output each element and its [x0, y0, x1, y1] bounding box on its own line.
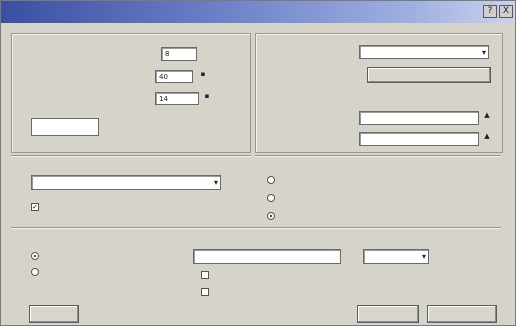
setting2-spinner[interactable]: ▲: [483, 132, 491, 140]
col2-checkbox-1[interactable]: [201, 271, 209, 279]
row3-spinner[interactable]: ▪: [203, 92, 211, 100]
setting1-field[interactable]: [359, 111, 479, 125]
mid-left-checkbox[interactable]: ✓: [31, 203, 39, 211]
divider: [255, 155, 501, 157]
window-title: [9, 5, 129, 17]
bottom-col3-dropdown[interactable]: ▾: [363, 249, 429, 264]
title-bar[interactable]: ? X: [1, 1, 515, 23]
close-button[interactable]: X: [499, 5, 513, 18]
dialog-window: ? X 8 40 ▪ 14 ▪ ▾ ▲ ▲ ▾ ✓ ▾: [0, 0, 516, 326]
radio-option-3[interactable]: [267, 212, 275, 220]
row2-spinner[interactable]: ▪: [199, 70, 207, 78]
chevron-down-icon: ▾: [481, 48, 486, 57]
row2-field[interactable]: 40: [155, 70, 193, 83]
color-swatch[interactable]: [31, 118, 99, 136]
radio-option-2[interactable]: [267, 194, 275, 202]
help-button[interactable]: ?: [483, 5, 497, 18]
divider: [11, 155, 251, 157]
top-dropdown[interactable]: ▾: [359, 45, 489, 59]
divider: [11, 227, 501, 229]
row1-field[interactable]: 8: [161, 47, 197, 61]
mid-left-dropdown[interactable]: ▾: [31, 175, 221, 190]
col2-checkbox-2[interactable]: [201, 288, 209, 296]
bottom-col2-field[interactable]: [193, 249, 341, 264]
setting2-field[interactable]: [359, 132, 479, 146]
chevron-down-icon: ▾: [421, 252, 426, 261]
setting1-spinner[interactable]: ▲: [483, 111, 491, 119]
col1-radio-2[interactable]: [31, 268, 39, 276]
radio-option-1[interactable]: [267, 176, 275, 184]
chevron-down-icon: ▾: [213, 178, 218, 187]
row3-field[interactable]: 14: [155, 92, 199, 105]
col1-radio-1[interactable]: [31, 252, 39, 260]
top-action-button[interactable]: [367, 67, 491, 83]
cancel-button[interactable]: [357, 305, 419, 323]
help-footer-button[interactable]: [29, 305, 79, 323]
ok-button[interactable]: [427, 305, 497, 323]
